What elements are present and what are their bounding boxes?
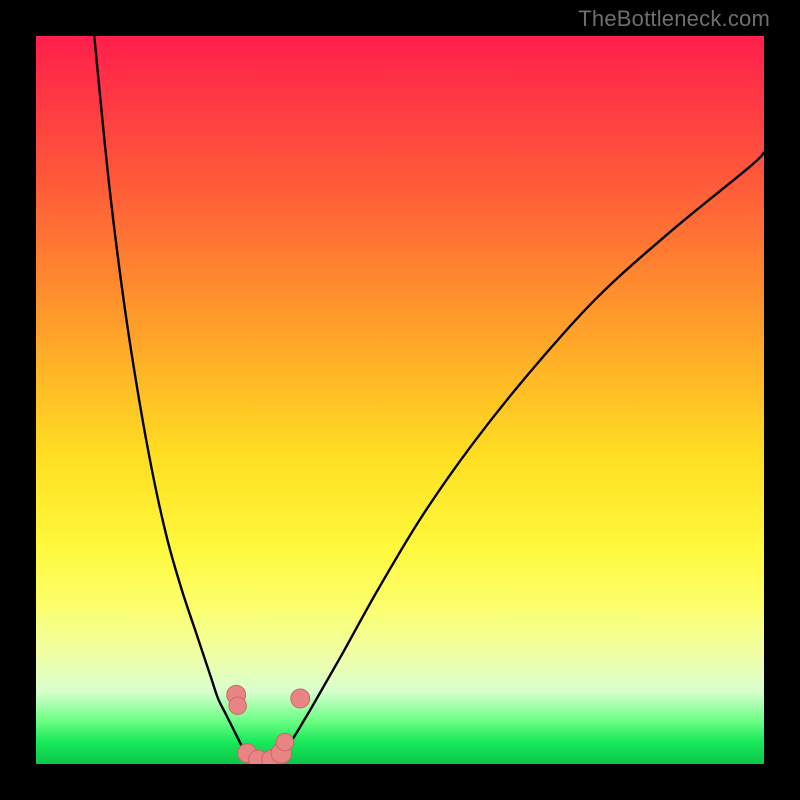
chart-frame: TheBottleneck.com [0, 0, 800, 800]
marker-dot [276, 733, 293, 750]
right-branch-curve [276, 152, 764, 764]
left-branch-curve [94, 36, 254, 764]
plot-area [36, 36, 764, 764]
marker-dot [291, 689, 310, 708]
watermark-text: TheBottleneck.com [578, 6, 770, 32]
marker-dot [229, 697, 246, 714]
bottleneck-markers [227, 685, 310, 764]
curves-svg [36, 36, 764, 764]
